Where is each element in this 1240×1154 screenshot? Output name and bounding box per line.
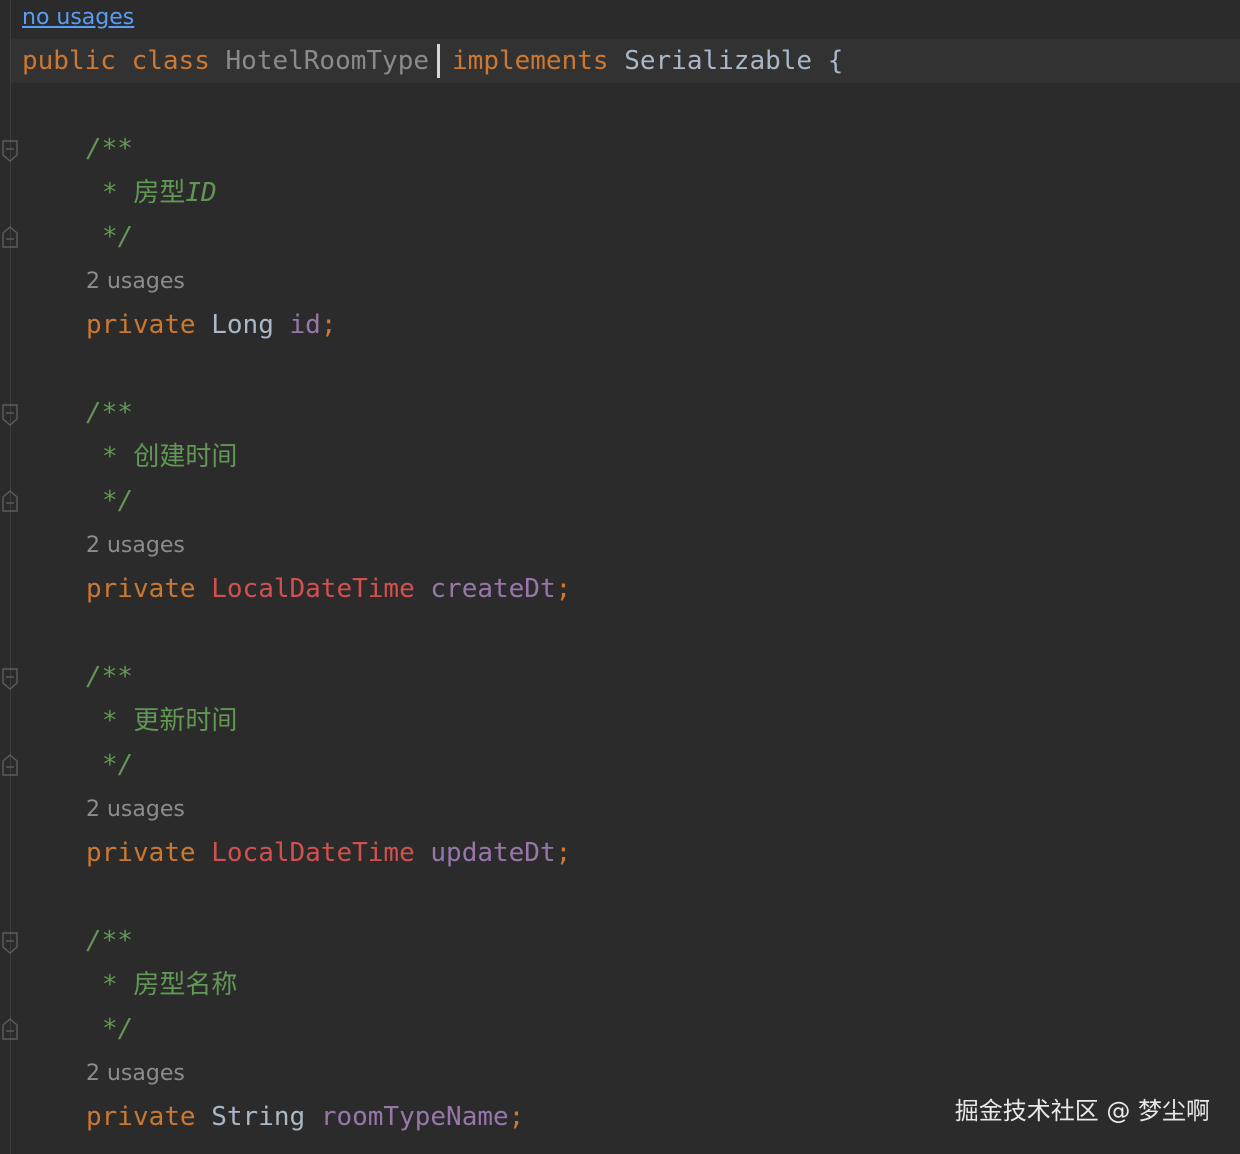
doc-star: * <box>102 442 118 472</box>
field-type[interactable]: String <box>211 1102 305 1132</box>
field-declaration-createDt[interactable]: private LocalDateTime createDt; <box>86 572 571 606</box>
interface-name[interactable]: Serializable <box>624 46 812 76</box>
fold-start-icon[interactable] <box>2 932 18 954</box>
fold-end-icon[interactable] <box>2 490 18 512</box>
doc-comment-line: * 创建时间 <box>102 440 237 474</box>
keyword-private: private <box>86 838 196 868</box>
semicolon: ; <box>555 574 572 604</box>
doc-text: 创建时间 <box>133 442 238 472</box>
doc-comment-line: * 更新时间 <box>102 704 237 738</box>
field-declaration-roomTypeName[interactable]: private String roomTypeName; <box>86 1100 524 1134</box>
doc-text-italic: ID <box>185 178 217 208</box>
keyword-private: private <box>86 574 196 604</box>
field-declaration-updateDt[interactable]: private LocalDateTime updateDt; <box>86 836 571 870</box>
doc-comment-open: /** <box>86 134 133 164</box>
open-brace: { <box>827 46 844 76</box>
field-usages-hint[interactable]: 2 usages <box>86 531 185 561</box>
class-name[interactable]: HotelRoomType <box>226 46 430 76</box>
field-type[interactable]: LocalDateTime <box>211 838 415 868</box>
keyword-private: private <box>86 310 196 340</box>
doc-star: * <box>102 178 118 208</box>
doc-comment-open: /** <box>86 662 133 692</box>
keyword-implements: implements <box>452 46 609 76</box>
field-type[interactable]: Long <box>211 310 274 340</box>
doc-comment-line: * 房型ID <box>102 176 217 210</box>
field-name[interactable]: id <box>290 310 321 340</box>
semicolon: ; <box>508 1102 525 1132</box>
watermark: 掘金技术社区 @ 梦尘啊 <box>954 1097 1210 1125</box>
semicolon: ; <box>320 310 337 340</box>
doc-comment-line: * 房型名称 <box>102 968 237 1002</box>
doc-comment-close: */ <box>102 750 134 780</box>
doc-comment-close: */ <box>102 222 134 252</box>
fold-end-icon[interactable] <box>2 1018 18 1040</box>
field-name[interactable]: roomTypeName <box>321 1102 509 1132</box>
fold-start-icon[interactable] <box>2 140 18 162</box>
doc-text: 更新时间 <box>133 706 238 736</box>
field-usages-hint[interactable]: 2 usages <box>86 1059 185 1089</box>
keyword-private: private <box>86 1102 196 1132</box>
doc-comment-close: */ <box>102 1014 134 1044</box>
code-editor[interactable]: no usages public class HotelRoomType impl… <box>0 0 1240 1154</box>
doc-text: 房型名称 <box>133 970 238 1000</box>
doc-star: * <box>102 970 118 1000</box>
doc-comment-open: /** <box>86 398 133 428</box>
field-name[interactable]: updateDt <box>430 838 555 868</box>
field-type[interactable]: LocalDateTime <box>211 574 415 604</box>
class-declaration-line[interactable]: public class HotelRoomType implements Ser… <box>22 44 843 78</box>
fold-start-icon[interactable] <box>2 668 18 690</box>
doc-comment-open: /** <box>86 926 133 956</box>
keyword-public: public <box>22 46 116 76</box>
field-usages-hint[interactable]: 2 usages <box>86 795 185 825</box>
field-declaration-id[interactable]: private Long id; <box>86 308 336 342</box>
semicolon: ; <box>555 838 572 868</box>
fold-start-icon[interactable] <box>2 404 18 426</box>
doc-star: * <box>102 706 118 736</box>
gutter <box>10 0 11 1154</box>
field-usages-hint[interactable]: 2 usages <box>86 267 185 297</box>
fold-end-icon[interactable] <box>2 226 18 248</box>
doc-text: 房型 <box>133 178 186 208</box>
doc-comment-close: */ <box>102 486 134 516</box>
class-usages-hint[interactable]: no usages <box>22 3 134 33</box>
fold-end-icon[interactable] <box>2 754 18 776</box>
keyword-class: class <box>131 46 210 76</box>
field-name[interactable]: createDt <box>430 574 555 604</box>
text-caret <box>437 44 441 78</box>
